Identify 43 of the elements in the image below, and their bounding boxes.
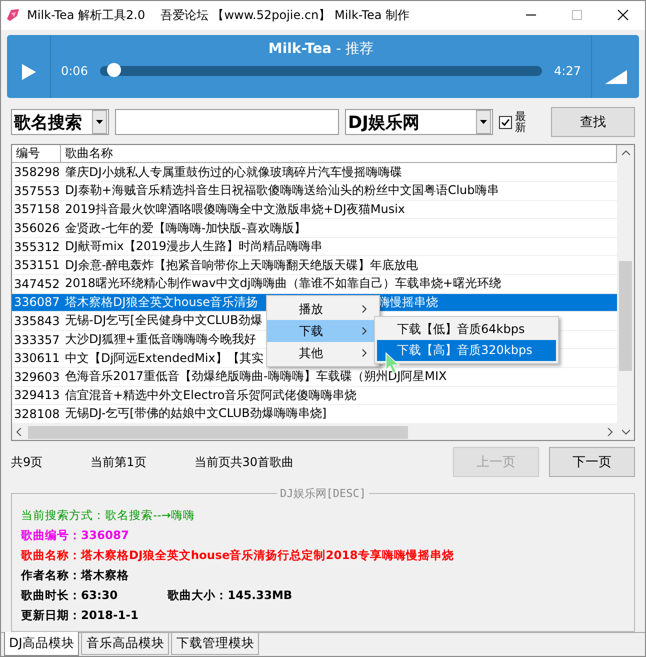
table-cell-text: 2019抖音最火饮啤酒咯喂傻嗨嗨全中文激版串烧+DJ夜猫Musix — [64, 200, 406, 218]
elapsed-time: 0:06 — [61, 64, 88, 78]
table-cell-text: 357553 — [13, 184, 61, 198]
current-page: 当前第1页 — [90, 454, 146, 471]
table-cell-text: 335843 — [13, 314, 61, 328]
table-cell-text: DJ泰勒+海贼音乐精选抖音生日祝福歌傻嗨嗨送给汕头的粉丝中文国粤语Club嗨串 — [64, 182, 499, 200]
table-cell-text: 330611 — [13, 351, 61, 366]
song-count: 当前页共30首歌曲 — [194, 454, 294, 471]
panel-title: DJ娱乐网[DESC] — [277, 486, 369, 502]
table-cell-text: 357158 — [13, 202, 61, 216]
table-cell-text: DJ余意-醉电轰炸【抱紧音响带你上天嗨嗨翻天绝版天碟】年底放电 — [64, 256, 418, 274]
table-cell-text: 333357 — [13, 332, 61, 347]
table-cell-text: 塔木察格DJ狼全英文house音乐清扬 — [64, 294, 258, 311]
table-cell-text: 347452 — [13, 276, 61, 291]
table-cell-text: 2018曙光环绕精心制作wav中文dj嗨嗨曲（靠谁不如靠自己）车载串烧+曙光环绕 — [64, 275, 501, 292]
table-cell-text: 信宜混音+精选中外文Electro音乐贺阿武佬傻嗨嗨串烧 — [64, 386, 357, 404]
table-cell-text: 336087 — [13, 295, 61, 310]
detail-text: 歌曲编号：336087 — [21, 528, 130, 544]
total-time: 4:27 — [554, 64, 581, 78]
detail-text: 歌曲时长：63:30 — [21, 588, 118, 604]
table-cell-text: 329413 — [13, 388, 61, 402]
table-cell-text: 无锡DJ-乞丐[带佛的姑娘中文CLUB劲爆嗨嗨串烧] — [64, 405, 327, 422]
table-cell-text: 356026 — [13, 221, 61, 235]
table-cell-text: 358298 — [13, 165, 61, 180]
page-count: 共9页 — [11, 454, 43, 471]
table-cell-text: DJ献哥mix【2019漫步人生路】时尚精品嗨嗨串 — [64, 238, 322, 256]
detail-text: 当前搜索方式：歌名搜索--→嗨嗨 — [21, 508, 195, 524]
table-cell-text: 353151 — [13, 258, 61, 272]
detail-text: 歌曲大小：145.33MB — [168, 588, 292, 604]
detail-text: 作者名称：塔木察格 — [21, 568, 129, 584]
track-title: Milk-Tea - 推荐 — [267, 40, 375, 59]
table-cell-text: 无锡-DJ乞丐[全民健身中文CLUB劲爆 — [64, 312, 262, 330]
table-cell-text: 大沙DJ狐狸+重低音嗨嗨嗨今晚我好 — [64, 331, 256, 348]
table-cell-text: 329603 — [13, 370, 61, 384]
newest-label: 最新 — [515, 111, 526, 134]
detail-text: 更新日期：2018-1-1 — [21, 608, 139, 624]
window-title: Milk-Tea 解析工具2.0 吾爱论坛 【www.52pojie.cn】 Milk-Tea 制作 — [27, 6, 410, 24]
table-cell-text: 355312 — [13, 240, 61, 254]
table-cell-text: 肇庆DJ小姚私人专属重鼓伤过的心就像玻璃碎片汽车慢摇嗨嗨碟 — [64, 164, 402, 181]
detail-text: 歌曲名称：塔木察格DJ狼全英文house音乐清扬行总定制2018专享嗨嗨慢摇串烧 — [21, 548, 454, 564]
table-cell-text: 中文【Dj阿远ExtendedMix】【其实 — [64, 350, 264, 367]
table-cell-text: 328108 — [13, 406, 61, 421]
table-cell-text: 金贤政-七年的爱【嗨嗨嗨-加快版-喜欢嗨版】 — [64, 220, 306, 236]
